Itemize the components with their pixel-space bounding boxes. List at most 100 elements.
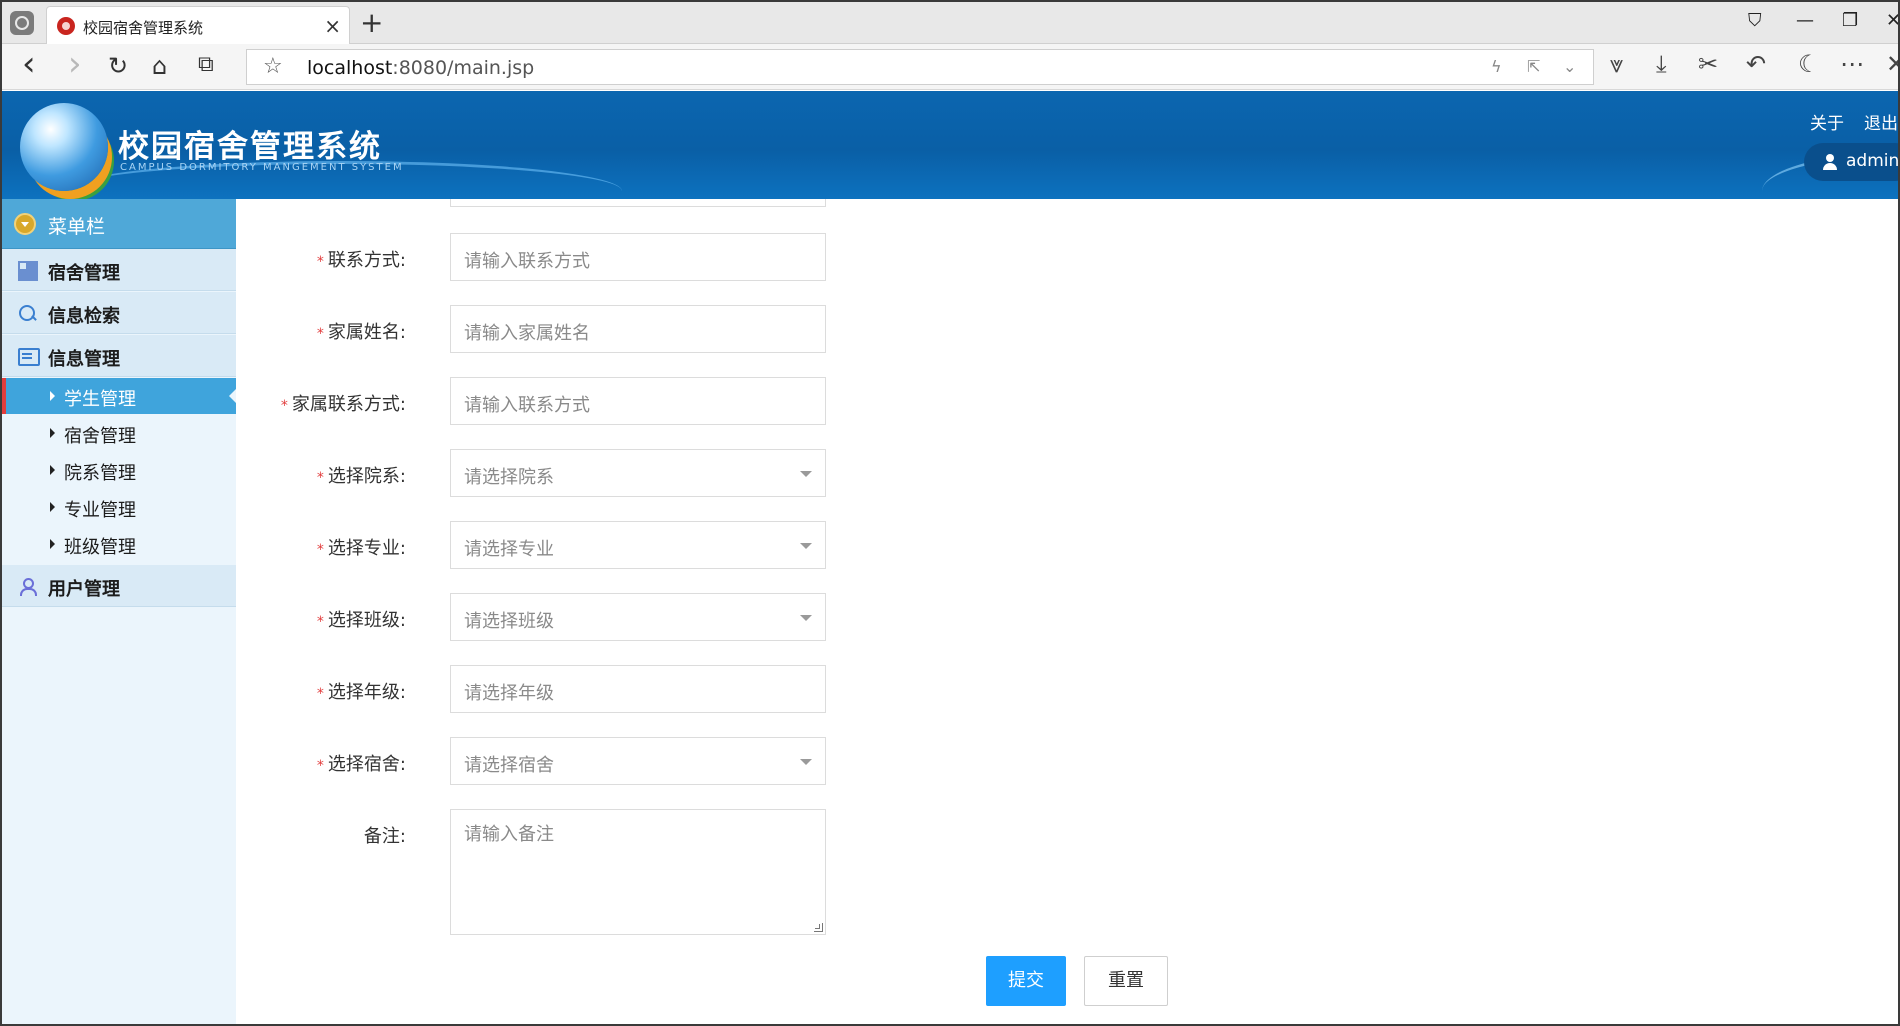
dropdown-caret-icon <box>800 543 812 549</box>
field-label: 备注: <box>363 826 406 847</box>
back-button[interactable]: ‹ <box>22 44 36 84</box>
user-badge[interactable]: admin <box>1804 143 1898 181</box>
form-row-family-name: * 家属姓名: 请输入家属姓名 <box>236 305 836 353</box>
browser-window: 校园宿舍管理系统 × + ⛉ — ❐ ✕ ‹ › ↻ ⌂ ⧉ ☆ localho… <box>0 0 1900 1026</box>
submit-button[interactable]: 提交 <box>986 956 1066 1006</box>
sidebar-item-department[interactable]: 院系管理 <box>2 452 236 488</box>
search-icon <box>18 304 36 322</box>
form-row-major: * 选择专业: 请选择专业 <box>236 521 836 569</box>
sidebar-item-label: 院系管理 <box>64 463 136 484</box>
dorm-select[interactable]: 请选择宿舍 <box>450 737 826 785</box>
site-favicon-icon <box>57 17 75 35</box>
new-tab-button[interactable]: + <box>360 6 383 39</box>
class-select[interactable]: 请选择班级 <box>450 593 826 641</box>
form-row-department: * 选择院系: 请选择院系 <box>236 449 836 497</box>
reset-button[interactable]: 重置 <box>1084 956 1168 1006</box>
contact-input[interactable]: 请输入联系方式 <box>450 233 826 281</box>
family-contact-input[interactable]: 请输入联系方式 <box>450 377 826 425</box>
share-icon[interactable]: ⇱ <box>1527 57 1540 76</box>
input-placeholder: 请选择年级 <box>464 683 554 704</box>
close-window-button[interactable]: ✕ <box>1886 10 1898 31</box>
sidebar-category-info[interactable]: 信息管理 <box>2 335 236 377</box>
category-label: 用户管理 <box>48 579 120 600</box>
pin-window-icon[interactable]: ⛉ <box>1748 10 1762 31</box>
caret-right-icon <box>50 428 55 438</box>
field-label: * 选择班级: <box>317 606 406 632</box>
reader-mode-button[interactable]: ⧉ <box>198 52 214 77</box>
menu-header[interactable]: 菜单栏 <box>2 199 236 249</box>
about-link[interactable]: 关于 <box>1810 109 1844 134</box>
browser-tab[interactable]: 校园宿舍管理系统 × <box>46 6 350 44</box>
textarea-placeholder: 请输入备注 <box>464 824 554 845</box>
browser-logo-icon[interactable] <box>10 11 34 35</box>
field-label: * 选择宿舍: <box>317 750 406 776</box>
sidebar-category-dorm[interactable]: 宿舍管理 <box>2 249 236 291</box>
grade-input[interactable]: 请选择年级 <box>450 665 826 713</box>
select-placeholder: 请选择院系 <box>464 467 554 488</box>
close-panel-icon[interactable]: ✕ <box>1886 50 1898 78</box>
previous-field-edge <box>450 199 826 207</box>
field-label-text: 家属姓名: <box>327 322 406 343</box>
form-row-grade: * 选择年级: 请选择年级 <box>236 665 836 713</box>
sidebar-item-label: 专业管理 <box>64 500 136 521</box>
sidebar-item-major[interactable]: 专业管理 <box>2 489 236 525</box>
undo-close-icon[interactable]: ↶ <box>1746 50 1766 78</box>
menu-title: 菜单栏 <box>48 216 106 238</box>
sidebar-item-dorm[interactable]: 宿舍管理 <box>2 415 236 451</box>
major-select[interactable]: 请选择专业 <box>450 521 826 569</box>
tab-title: 校园宿舍管理系统 <box>83 19 204 37</box>
tab-close-icon[interactable]: × <box>324 14 341 38</box>
reload-button[interactable]: ↻ <box>108 52 128 80</box>
field-label: * 家属联系方式: <box>281 390 406 416</box>
app-title: 校园宿舍管理系统 <box>118 129 382 165</box>
field-label-text: 选择院系: <box>327 466 406 487</box>
field-label-text: 选择班级: <box>327 610 406 631</box>
input-placeholder: 请输入家属姓名 <box>464 323 590 344</box>
bookmark-star-icon[interactable]: ☆ <box>263 54 283 79</box>
night-mode-icon[interactable]: ☾ <box>1798 50 1820 78</box>
url-text[interactable]: localhost:8080/main.jsp <box>307 57 534 79</box>
field-label-text: 选择年级: <box>327 682 406 703</box>
category-label: 信息管理 <box>48 349 120 370</box>
caret-right-icon <box>50 539 55 549</box>
dropdown-caret-icon <box>800 471 812 477</box>
screenshot-cut-icon[interactable]: ✂ <box>1698 50 1718 78</box>
form-row-contact: * 联系方式: 请输入联系方式 <box>236 233 836 281</box>
restore-button[interactable]: ❐ <box>1842 10 1858 31</box>
url-host: localhost <box>307 57 393 79</box>
remark-textarea[interactable]: 请输入备注 <box>450 809 826 935</box>
student-form: * 联系方式: 请输入联系方式 * 家属姓名: 请输入家属姓名 * 家属联系方式: 请… <box>236 199 1898 1024</box>
more-menu-icon[interactable]: ⋯ <box>1840 50 1864 78</box>
sidebar-category-user[interactable]: 用户管理 <box>2 565 236 607</box>
grid-icon <box>18 261 36 279</box>
input-placeholder: 请输入联系方式 <box>464 395 590 416</box>
form-row-dorm: * 选择宿舍: 请选择宿舍 <box>236 737 836 785</box>
app-header: 校园宿舍管理系统 CAMPUS DORMITORY MANGEMENT SYST… <box>2 91 1898 199</box>
username: admin <box>1846 151 1898 171</box>
caret-right-icon <box>50 391 55 401</box>
sidebar-item-class[interactable]: 班级管理 <box>2 526 236 562</box>
download-icon[interactable]: ⤓ <box>1656 50 1667 78</box>
sidebar-item-label: 学生管理 <box>64 389 136 410</box>
sidebar-item-student[interactable]: 学生管理 <box>2 378 236 414</box>
sidebar-category-search[interactable]: 信息检索 <box>2 292 236 334</box>
required-mark: * <box>316 686 324 702</box>
minimize-button[interactable]: — <box>1796 10 1814 31</box>
caret-right-icon <box>50 465 55 475</box>
family-name-input[interactable]: 请输入家属姓名 <box>450 305 826 353</box>
field-label-text: 选择专业: <box>327 538 406 559</box>
department-select[interactable]: 请选择院系 <box>450 449 826 497</box>
forward-button[interactable]: › <box>68 44 82 84</box>
field-label: * 选择专业: <box>317 534 406 560</box>
extensions-icon[interactable]: ⩔ <box>1610 50 1624 78</box>
home-button[interactable]: ⌂ <box>152 52 167 80</box>
app-subtitle: CAMPUS DORMITORY MANGEMENT SYSTEM <box>120 162 404 173</box>
list-icon <box>18 347 40 366</box>
flash-icon[interactable]: ϟ <box>1491 57 1502 76</box>
resize-handle-icon[interactable] <box>814 923 823 932</box>
address-bar[interactable]: ☆ localhost:8080/main.jsp ϟ ⇱ ⌄ <box>246 49 1594 85</box>
url-dropdown-icon[interactable]: ⌄ <box>1563 57 1576 76</box>
logout-link[interactable]: 退出 <box>1864 109 1898 134</box>
caret-right-icon <box>50 502 55 512</box>
form-row-class: * 选择班级: 请选择班级 <box>236 593 836 641</box>
